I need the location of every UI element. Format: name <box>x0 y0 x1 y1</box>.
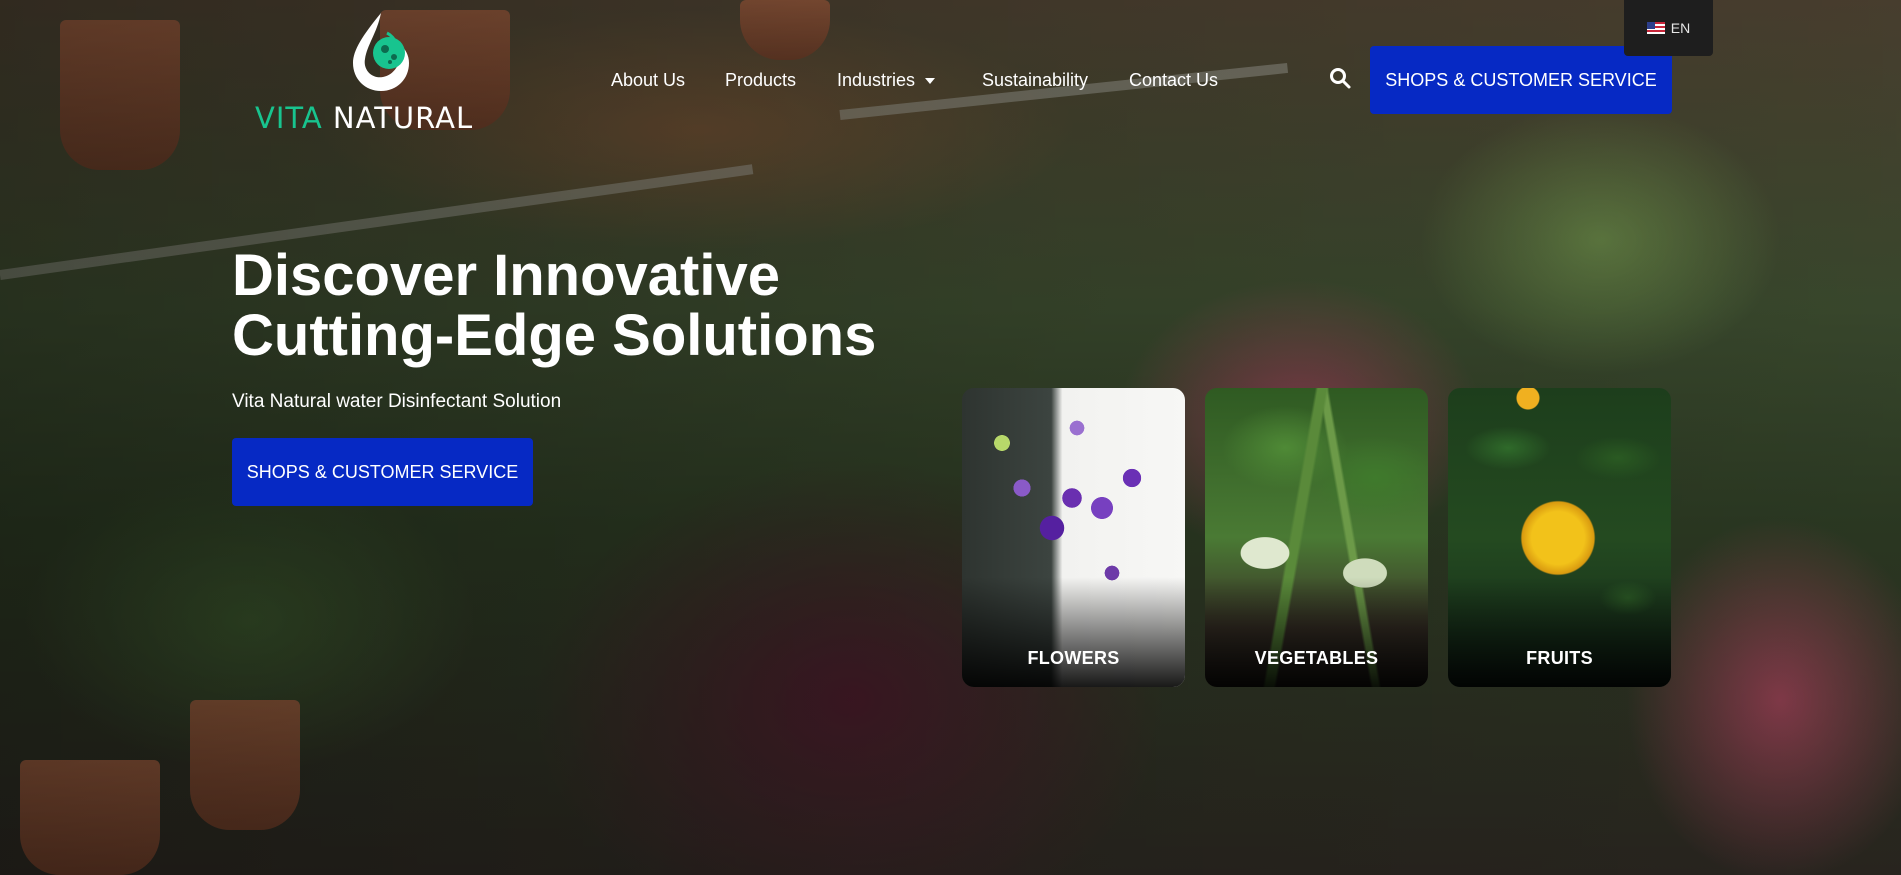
chevron-down-icon <box>925 78 936 85</box>
shops-customer-service-button[interactable]: SHOPS & CUSTOMER SERVICE <box>1370 46 1672 114</box>
logo-word-vita: VITA <box>255 101 323 135</box>
language-code: EN <box>1670 20 1691 36</box>
site-logo[interactable]: VITA NATURAL <box>255 5 505 135</box>
hero-headline-line1: Discover Innovative <box>232 243 780 308</box>
search-icon[interactable] <box>1328 66 1352 90</box>
nav-item-products[interactable]: Products <box>725 70 796 91</box>
language-selector[interactable]: EN <box>1624 0 1713 56</box>
category-card-vegetables[interactable]: VEGETABLES <box>1205 388 1428 687</box>
category-card-flowers[interactable]: FLOWERS <box>962 388 1185 687</box>
card-gradient <box>1205 577 1428 687</box>
card-gradient <box>1448 577 1671 687</box>
category-label: VEGETABLES <box>1254 648 1379 668</box>
category-card-fruits[interactable]: FRUITS <box>1448 388 1671 687</box>
card-gradient <box>962 577 1185 687</box>
us-flag-icon <box>1646 22 1665 34</box>
nav-item-sustainability[interactable]: Sustainability <box>982 70 1088 91</box>
hero-cta-button[interactable]: SHOPS & CUSTOMER SERVICE <box>232 438 533 506</box>
logo-wordmark: VITA NATURAL <box>255 101 473 135</box>
nav-item-contact-us[interactable]: Contact Us <box>1129 70 1218 91</box>
nav-item-industries-label: Industries <box>837 70 916 90</box>
hero-headline: Discover Innovative Cutting-Edge Solutio… <box>232 246 952 366</box>
logo-word-natural: NATURAL <box>332 101 474 135</box>
nav-item-about-us[interactable]: About Us <box>611 70 685 91</box>
nav-item-industries[interactable]: Industries <box>837 70 936 91</box>
hero-subline: Vita Natural water Disinfectant Solution <box>232 391 562 412</box>
hero-section: VITA NATURAL About Us Products Industrie… <box>0 0 1901 875</box>
hero-headline-line2: Cutting-Edge Solutions <box>232 303 877 368</box>
logo-mark-icon <box>353 13 409 91</box>
category-label: FLOWERS <box>1027 648 1120 668</box>
category-label: FRUITS <box>1526 648 1593 668</box>
